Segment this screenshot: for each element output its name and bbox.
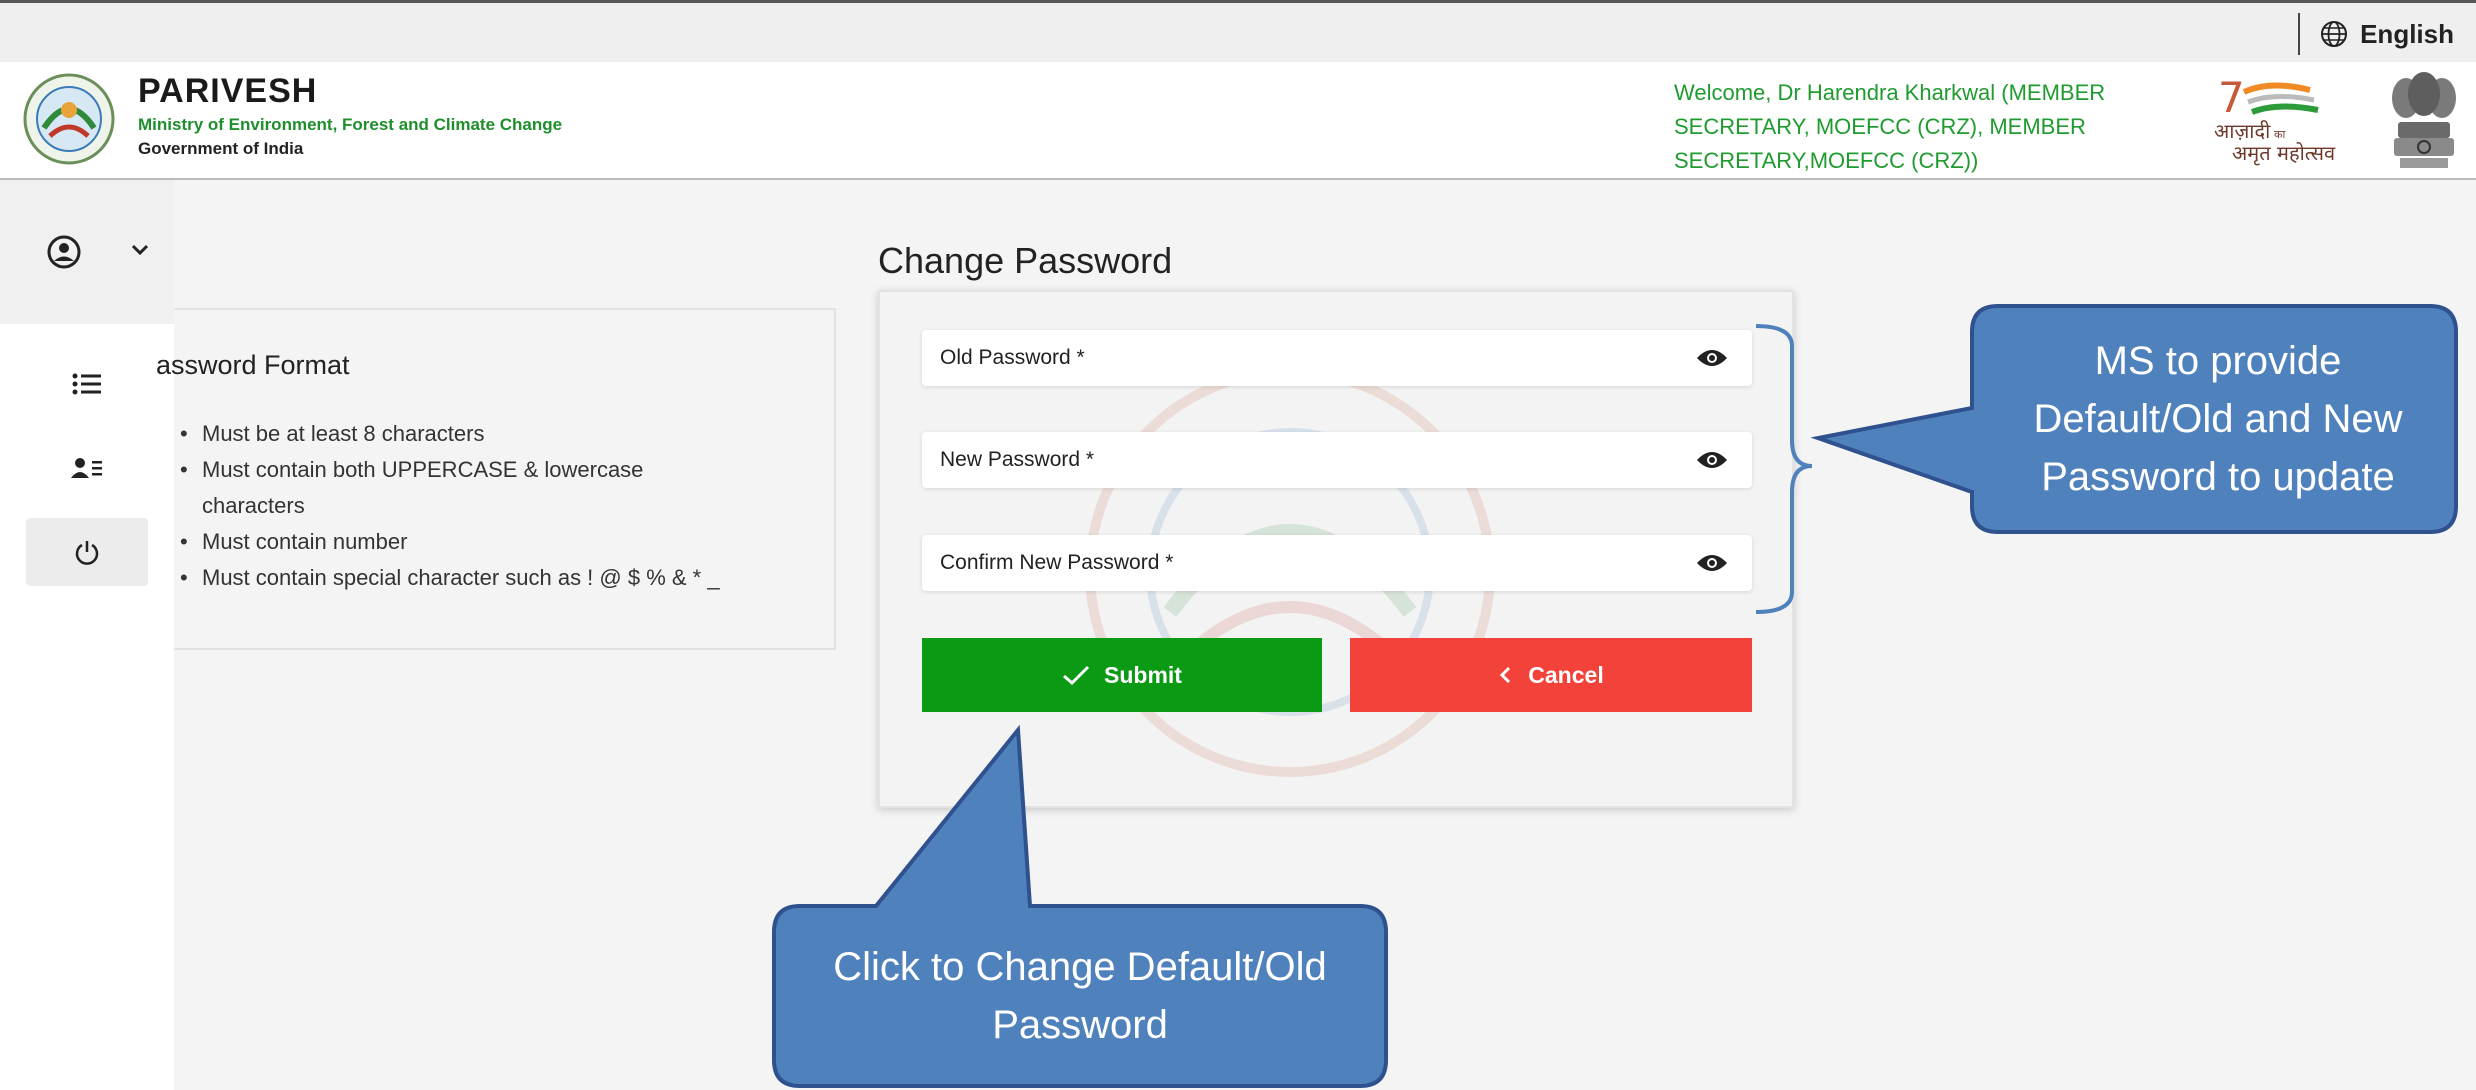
- old-password-label: Old Password *: [940, 346, 1085, 369]
- new-password-label: New Password *: [940, 448, 1095, 471]
- change-password-card: Old Password * New Password * Confirm Ne…: [878, 290, 1794, 808]
- welcome-line: SECRETARY,MOEFCC (CRZ)): [1674, 148, 1979, 173]
- ashoka-emblem-icon: [2392, 72, 2456, 168]
- password-rule: Must contain special character such as !…: [174, 560, 814, 596]
- azadi-ka-amrit-mahotsav-logo: 7 आज़ादी का अमृत महोत्सव: [2214, 73, 2336, 166]
- site-header: PARIVESH Ministry of Environment, Forest…: [0, 62, 2476, 180]
- eye-icon[interactable]: [1696, 553, 1728, 573]
- submit-button[interactable]: Submit: [922, 638, 1322, 712]
- submit-label: Submit: [1104, 661, 1182, 688]
- cancel-label: Cancel: [1528, 661, 1604, 688]
- eye-icon[interactable]: [1696, 348, 1728, 368]
- password-rule-continued: characters: [202, 493, 305, 518]
- welcome-line: SECRETARY, MOEFCC (CRZ), MEMBER: [1674, 114, 2086, 139]
- welcome-line: Welcome, Dr Harendra Kharkwal (MEMBER: [1674, 80, 2106, 105]
- chevron-down-icon[interactable]: [128, 238, 152, 262]
- callout-line: Password: [992, 1003, 1168, 1047]
- chevron-left-icon: [1500, 666, 1511, 684]
- confirm-password-label: Confirm New Password *: [940, 551, 1174, 574]
- azadi-line2: अमृत महोत्सव: [2232, 141, 2336, 166]
- check-icon: [1063, 665, 1090, 686]
- new-password-field[interactable]: New Password *: [922, 432, 1752, 488]
- old-password-field[interactable]: Old Password *: [922, 330, 1752, 386]
- callout-bottom-text: Click to Change Default/Old Password: [780, 938, 1380, 1054]
- eye-icon[interactable]: [1696, 450, 1728, 470]
- callout-line: Password to update: [2041, 455, 2395, 499]
- brand-block: PARIVESH Ministry of Environment, Forest…: [138, 72, 562, 159]
- parivesh-logo-icon: [23, 73, 115, 165]
- page-title: Change Password: [878, 240, 1173, 281]
- list-icon: [72, 373, 101, 395]
- confirm-password-field[interactable]: Confirm New Password *: [922, 535, 1752, 591]
- language-selector[interactable]: English: [2298, 13, 2476, 55]
- cancel-button[interactable]: Cancel: [1350, 638, 1752, 712]
- language-label: English: [2360, 18, 2454, 49]
- sidebar-user-menu[interactable]: [0, 180, 174, 324]
- sidebar-item-list[interactable]: [26, 350, 148, 418]
- sidebar-item-profile[interactable]: [26, 434, 148, 502]
- password-rules-list: Must be at least 8 characters Must conta…: [174, 416, 814, 596]
- password-rule: Must be at least 8 characters: [174, 416, 814, 452]
- user-circle-icon: [47, 235, 81, 269]
- callout-line: Default/Old and New: [2033, 397, 2403, 441]
- globe-icon: [2321, 21, 2348, 47]
- brand-title: PARIVESH: [138, 72, 318, 110]
- password-format-title: assword Format: [156, 350, 350, 380]
- brand-ministry: Ministry of Environment, Forest and Clim…: [138, 115, 563, 134]
- top-bar: English: [0, 0, 2476, 62]
- brand-government: Government of India: [138, 139, 304, 158]
- azadi-line1: आज़ादी: [2214, 119, 2271, 143]
- welcome-message: Welcome, Dr Harendra Kharkwal (MEMBER SE…: [1674, 76, 2154, 178]
- password-rule: Must contain both UPPERCASE & lowercase: [174, 452, 814, 488]
- svg-text:7: 7: [2218, 73, 2245, 122]
- callout-line: Click to Change Default/Old: [833, 945, 1327, 989]
- azadi-small: का: [2274, 128, 2285, 141]
- profile-card-icon: [71, 458, 102, 478]
- password-format-card: assword Format Must be at least 8 charac…: [156, 308, 836, 650]
- sidebar: [0, 180, 174, 1090]
- callout-right-text: MS to provide Default/Old and New Passwo…: [1978, 332, 2458, 506]
- power-icon: [75, 541, 99, 565]
- password-rule: Must contain number: [174, 524, 814, 560]
- callout-line: MS to provide: [2094, 339, 2342, 383]
- sidebar-item-logout[interactable]: [26, 518, 148, 586]
